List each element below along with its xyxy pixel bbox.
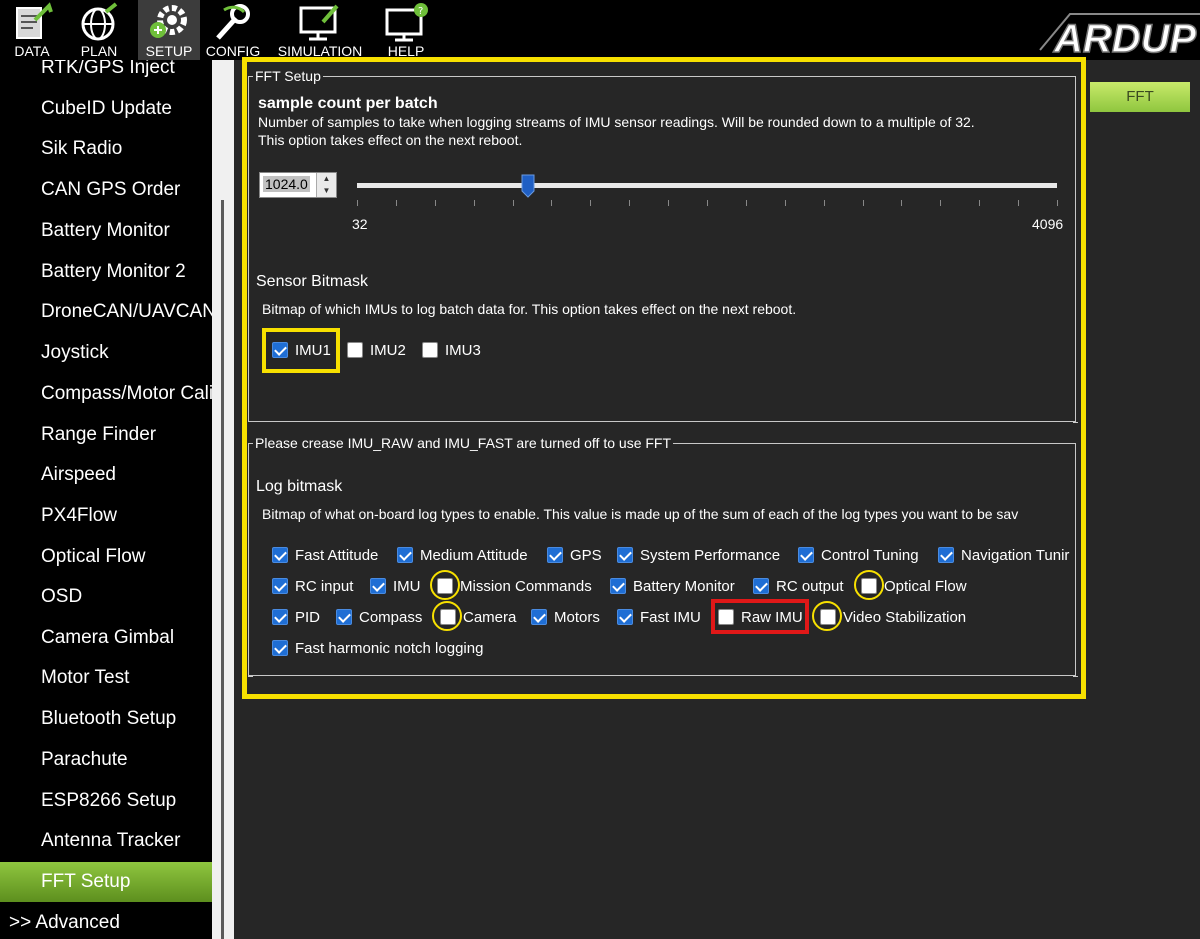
toolbar-plan-button[interactable]: PLAN [74,0,124,60]
sidebar-item-label: Airspeed [41,464,116,485]
sidebar-item-battery-monitor-2[interactable]: Battery Monitor 2 [0,252,212,292]
toolbar-setup-label: SETUP [145,43,193,59]
fft-section-highlight [242,57,1086,699]
sidebar-item-label: Parachute [41,749,128,770]
slider-tick [435,200,436,206]
sidebar-item-esp8266-setup[interactable]: ESP8266 Setup [0,781,212,821]
sidebar-item-osd[interactable]: OSD [0,577,212,617]
sidebar-item-camera-gimbal[interactable]: Camera Gimbal [0,618,212,658]
tab-fft[interactable]: FFT [1090,82,1190,112]
sidebar-item-label: PX4Flow [41,505,118,526]
top-toolbar: DATA PLAN SETUP CONFIG SIMULATION ? HELP… [0,0,1200,60]
sidebar-item-label: Range Finder [41,424,157,445]
toolbar-help-button[interactable]: ? HELP [380,0,432,60]
sidebar-item-label: OSD [41,586,83,607]
sidebar-item-label: Battery Monitor [41,220,170,241]
plan-icon [81,2,118,41]
sidebar-item-optical-flow[interactable]: Optical Flow [0,537,212,577]
sidebar-item-label: Sik Radio [41,138,123,159]
toolbar-help-label: HELP [387,43,425,59]
sidebar-scrollbar-thumb[interactable] [221,200,224,939]
slider-tick [707,200,708,206]
sidebar-item-can-gps-order[interactable]: CAN GPS Order [0,170,212,210]
sidebar-item-fft-setup[interactable]: FFT Setup [0,862,212,902]
sidebar-item-bluetooth-setup[interactable]: Bluetooth Setup [0,699,212,739]
slider-tick [863,200,864,206]
sidebar-item-compass-motor[interactable]: Compass/Motor Calib [0,374,212,414]
config-icon [216,4,250,40]
sidebar-item-rtk-gps-inject[interactable]: RTK/GPS Inject [0,60,212,88]
toolbar-config-button[interactable]: CONFIG [204,0,262,60]
simulation-icon [299,4,339,41]
logo-text: ARDUP [1053,17,1197,58]
sidebar-item-label: Camera Gimbal [41,627,175,648]
sidebar-item-motor-test[interactable]: Motor Test [0,658,212,698]
slider-tick [357,200,358,206]
sidebar-item-label: Compass/Motor Calib [41,383,212,404]
slider-tick [629,200,630,206]
sidebar-item-label: >> Advanced [9,912,120,933]
setup-sidebar: RTK/GPS Inject CubeID Update Sik Radio C… [0,60,212,939]
sidebar-item-advanced[interactable]: >> Advanced [0,903,212,939]
sidebar-item-parachute[interactable]: Parachute [0,740,212,780]
sidebar-item-airspeed[interactable]: Airspeed [0,455,212,495]
toolbar-data-label: DATA [14,43,50,59]
slider-tick [513,200,514,206]
sidebar-item-label: CAN GPS Order [41,179,181,200]
sidebar-item-label: CubeID Update [41,98,172,119]
toolbar-setup-button[interactable]: SETUP [138,0,200,60]
slider-tick [901,200,902,206]
ardupilot-logo: ARDUP [1039,13,1200,58]
sidebar-item-cubeid-update[interactable]: CubeID Update [0,89,212,129]
data-icon [16,2,53,39]
sidebar-item-label: RTK/GPS Inject [41,60,175,78]
sidebar-item-antenna-tracker[interactable]: Antenna Tracker [0,821,212,861]
sidebar-item-px4flow[interactable]: PX4Flow [0,496,212,536]
toolbar-config-label: CONFIG [205,43,261,59]
slider-tick [396,200,397,206]
sidebar-item-label: Optical Flow [41,546,146,567]
slider-tick [668,200,669,206]
sidebar-item-label: Joystick [41,342,109,363]
slider-tick [979,200,980,206]
help-icon: ? [385,3,428,42]
sidebar-item-range-finder[interactable]: Range Finder [0,415,212,455]
slider-tick [590,200,591,206]
sidebar-scrollbar[interactable] [212,60,234,939]
sidebar-item-joystick[interactable]: Joystick [0,333,212,373]
slider-tick [824,200,825,206]
sidebar-item-label: Battery Monitor 2 [41,261,186,282]
toolbar-plan-label: PLAN [80,43,118,59]
setup-icon [150,5,187,38]
sidebar-item-label: Antenna Tracker [41,830,181,851]
slider-tick [551,200,552,206]
sidebar-item-label: Motor Test [41,667,130,688]
sidebar-item-label: Bluetooth Setup [41,708,177,729]
sidebar-item-sik-radio[interactable]: Sik Radio [0,129,212,169]
slider-tick [746,200,747,206]
slider-tick [474,200,475,206]
sidebar-item-dronecan[interactable]: DroneCAN/UAVCAN [0,292,212,332]
toolbar-simulation-button[interactable]: SIMULATION [274,0,366,60]
sidebar-item-label: ESP8266 Setup [41,790,177,811]
slider-tick [785,200,786,206]
sidebar-item-label: FFT Setup [41,871,131,892]
slider-tick [1057,200,1058,206]
toolbar-data-button[interactable]: DATA [6,0,58,60]
toolbar-simulation-label: SIMULATION [277,43,363,59]
svg-text:?: ? [418,6,423,17]
slider-tick [940,200,941,206]
sidebar-item-label: DroneCAN/UAVCAN [41,301,212,322]
sidebar-item-battery-monitor[interactable]: Battery Monitor [0,211,212,251]
slider-tick [1018,200,1019,206]
